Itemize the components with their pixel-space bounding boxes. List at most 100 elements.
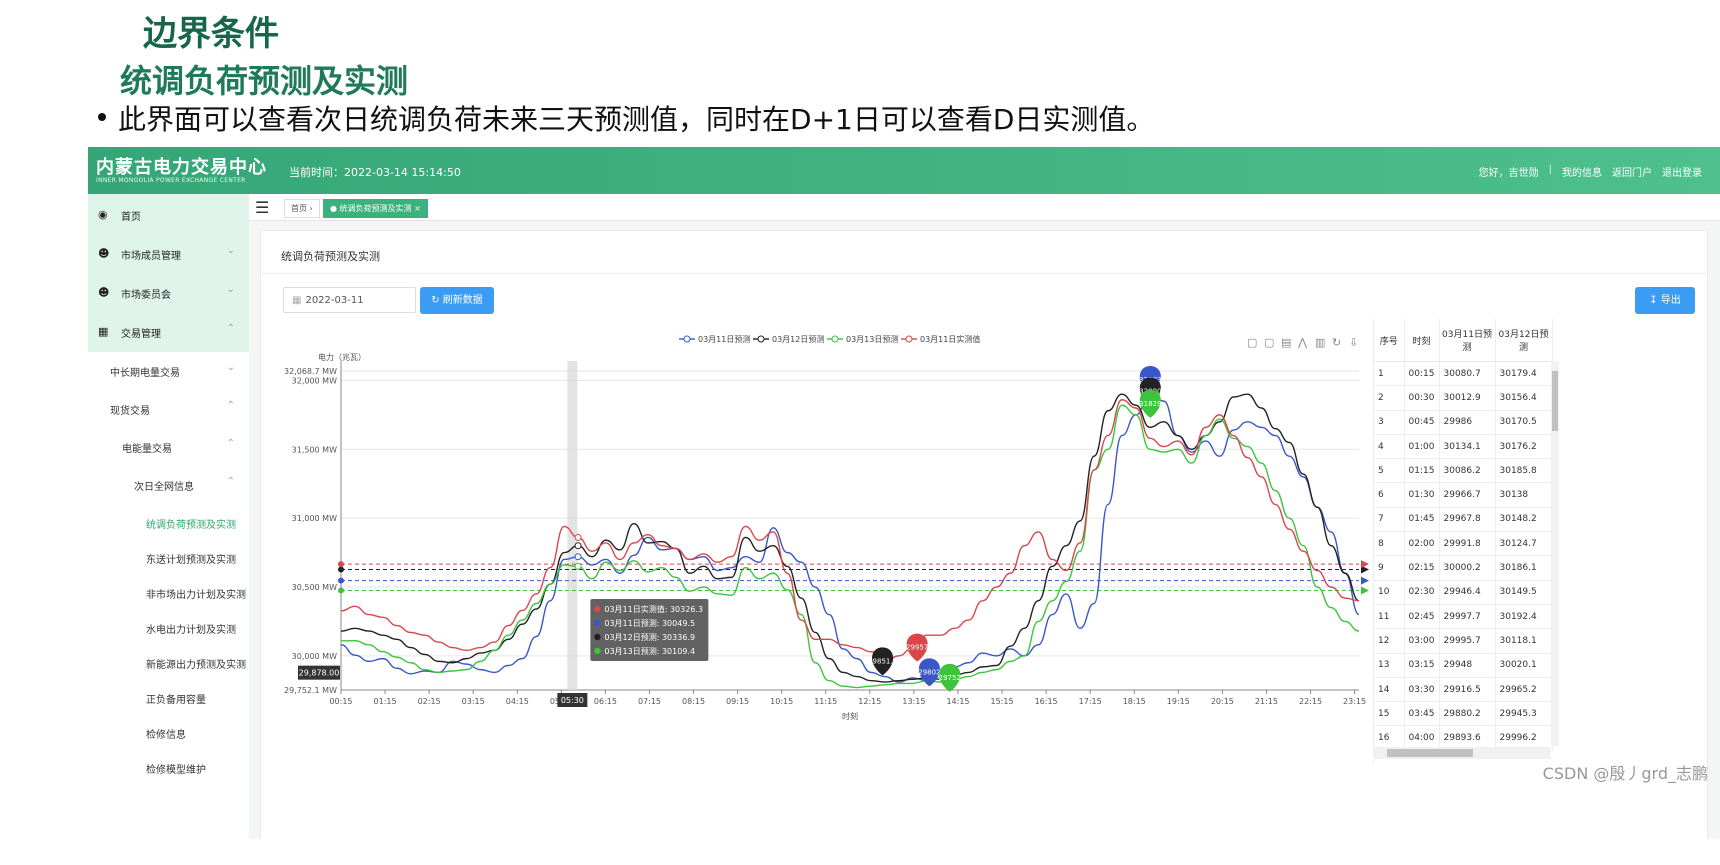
table-row[interactable]: 14 03:30 29916.5 29965.2 — [1374, 677, 1553, 703]
zoom-icon[interactable]: ▢ — [1247, 336, 1257, 349]
save-image-icon[interactable]: ⇩ — [1349, 336, 1358, 349]
grid-icon: ▦ — [98, 325, 109, 338]
restore-icon[interactable]: ↻ — [1332, 336, 1341, 349]
slide-subtitle: 统调负荷预测及实测 — [120, 62, 409, 100]
sub-item-nextday[interactable]: 次日全网信息 ⌃ — [88, 466, 249, 504]
tooltip-line: 03月11日预测: 30049.5 — [604, 618, 695, 628]
series-line — [340, 393, 1360, 683]
row-index: 7 — [1374, 507, 1405, 533]
sub-item-maint-model[interactable]: 检修模型维护 — [88, 749, 249, 787]
close-icon[interactable]: × — [414, 204, 421, 213]
table-row[interactable]: 1 00:15 30080.7 30179.4 — [1374, 361, 1553, 387]
table-horizontal-scrollbar[interactable] — [1373, 747, 1551, 759]
portal-link[interactable]: 返回门户 — [1612, 164, 1652, 179]
table-row[interactable]: 12 03:00 29995.7 30118.1 — [1374, 628, 1553, 654]
logout-link[interactable]: 退出登录 — [1662, 164, 1702, 179]
row-index: 5 — [1374, 458, 1405, 484]
menu-toggle-icon[interactable]: ☰ — [255, 198, 269, 217]
legend-swatch-dot — [683, 335, 691, 343]
extreme-marker-label: 29957 — [906, 644, 928, 652]
sub-item-label: 统调负荷预测及实测 — [146, 520, 236, 531]
sub-item-load-forecast[interactable]: 统调负荷预测及实测 — [88, 504, 249, 542]
sub-item-label: 中长期电量交易 — [110, 368, 180, 379]
table-row[interactable]: 3 00:45 29986 30170.5 — [1374, 410, 1553, 435]
average-line-arrow — [1361, 586, 1369, 595]
scroll-thumb[interactable] — [1552, 371, 1558, 431]
data-view-icon[interactable]: ▤ — [1281, 336, 1291, 349]
tab-load-forecast[interactable]: ● 统调负荷预测及实测 × — [323, 199, 428, 218]
sub-item-midlong[interactable]: 中长期电量交易 ⌄ — [88, 352, 249, 390]
sub-item-hydro[interactable]: 水电出力计划及实测 — [88, 609, 249, 647]
sub-item-label: 正负备用容量 — [146, 695, 206, 706]
my-info-link[interactable]: 我的信息 — [1562, 164, 1602, 179]
chevron-icon: › — [309, 204, 313, 213]
table-row[interactable]: 7 01:45 29967.8 30148.2 — [1374, 507, 1553, 533]
x-tick-label: 23:15 — [1343, 697, 1366, 706]
average-line-start — [338, 561, 344, 568]
table-row[interactable]: 6 01:30 29966.7 30138 — [1374, 482, 1553, 508]
sidebar: ◉ 首页 ☻ 市场成员管理 ⌄ ☻ 市场委员会 ⌄ ▦ 交易管理 ⌃ 中长期电量交易 ⌄ 现货交… — [88, 194, 249, 839]
table-row[interactable]: 11 02:45 29997.7 30192.4 — [1374, 604, 1553, 630]
row-time: 01:15 — [1404, 458, 1440, 484]
pointer-dot — [574, 553, 582, 561]
row-day11: 29880.2 — [1439, 701, 1496, 727]
sidebar-item-label: 交易管理 — [121, 329, 161, 340]
sidebar-item-home[interactable]: ◉ 首页 — [88, 194, 249, 237]
table-row[interactable]: 15 03:45 29880.2 29945.3 — [1374, 701, 1553, 727]
row-day11: 30134.1 — [1439, 434, 1496, 460]
extreme-marker-label: 29752 — [939, 674, 961, 682]
tooltip-dot — [594, 619, 601, 627]
y-tick-label: 29,752.1 MW — [284, 686, 337, 695]
y-tick-label: 32,068.7 MW — [284, 367, 337, 376]
table-row[interactable]: 2 00:30 30012.9 30156.4 — [1374, 385, 1553, 411]
table-vertical-scrollbar[interactable] — [1551, 361, 1559, 746]
sub-item-east-plan[interactable]: 东送计划预测及实测 — [88, 539, 249, 577]
sub-item-renewable[interactable]: 新能源出力预测及实测 — [88, 644, 249, 682]
bullet-dot — [98, 113, 106, 121]
y-tick-label: 30,000 MW — [292, 652, 337, 661]
tab-home[interactable]: 首页 › — [284, 199, 320, 218]
series-line — [340, 399, 1360, 663]
sidebar-item-members[interactable]: ☻ 市场成员管理 ⌄ — [88, 233, 249, 276]
table-row[interactable]: 10 02:30 29946.4 30149.5 — [1374, 580, 1553, 605]
table-row[interactable]: 13 03:15 29948 30020.1 — [1374, 653, 1553, 678]
sub-item-nonmarket[interactable]: 非市场出力计划及实测 — [88, 574, 249, 612]
average-line-start — [338, 577, 344, 584]
x-tick-label: 08:15 — [682, 697, 705, 706]
app-screenshot: 内蒙古电力交易中心 INNER MONGOLIA POWER EXCHANGE … — [88, 147, 1720, 839]
x-tick-label: 22:15 — [1299, 697, 1322, 706]
line-icon[interactable]: ⋀ — [1297, 336, 1308, 349]
row-time: 00:15 — [1404, 361, 1440, 387]
table-row[interactable]: 4 01:00 30134.1 30176.2 — [1374, 434, 1553, 460]
sub-item-reserve[interactable]: 正负备用容量 — [88, 679, 249, 717]
x-tick-label: 04:15 — [506, 697, 529, 706]
sub-item-label: 检修信息 — [146, 730, 186, 741]
zoom-reset-icon[interactable]: ▢ — [1264, 336, 1274, 349]
tooltip-line: 03月12日预测: 30336.9 — [604, 632, 695, 642]
bar-icon[interactable]: ▥ — [1315, 336, 1325, 349]
scroll-thumb[interactable] — [1387, 749, 1473, 757]
sub-item-label: 现货交易 — [110, 406, 150, 417]
sidebar-item-committee[interactable]: ☻ 市场委员会 ⌄ — [88, 272, 249, 315]
sub-item-energy[interactable]: 电能量交易 ⌃ — [88, 428, 249, 466]
sub-item-spot[interactable]: 现货交易 ⌃ — [88, 390, 249, 428]
sidebar-item-trading[interactable]: ▦ 交易管理 ⌃ — [88, 311, 249, 354]
sub-item-label: 新能源出力预测及实测 — [146, 660, 246, 671]
table-row[interactable]: 9 02:15 30000.2 30186.1 — [1374, 555, 1553, 581]
row-day12: 30179.4 — [1495, 361, 1553, 387]
chevron-down-icon: ⌄ — [226, 245, 235, 256]
export-button[interactable]: ↧ 导出 — [1635, 287, 1695, 314]
row-time: 03:45 — [1404, 701, 1440, 727]
row-day12: 29965.2 — [1495, 677, 1553, 703]
load-chart[interactable]: 32,068.7 MW32,000 MW 31,500 MW 31,000 MW 30… — [261, 231, 1371, 839]
table-row[interactable]: 5 01:15 30086.2 30185.8 — [1374, 458, 1553, 484]
chevron-up-icon: ⌃ — [226, 400, 235, 411]
table-row[interactable]: 8 02:00 29991.8 30124.7 — [1374, 531, 1553, 557]
logo-subtitle: INNER MONGOLIA POWER EXCHANGE CENTER — [96, 177, 246, 184]
row-day11: 29967.8 — [1439, 507, 1496, 533]
row-day11: 29946.4 — [1439, 580, 1496, 605]
sub-item-maintenance[interactable]: 检修信息 — [88, 714, 249, 752]
y-tick-label: 31,000 MW — [292, 514, 337, 523]
x-tick-label: 03:15 — [462, 697, 485, 706]
sub-item-label: 非市场出力计划及实测 — [146, 590, 246, 601]
